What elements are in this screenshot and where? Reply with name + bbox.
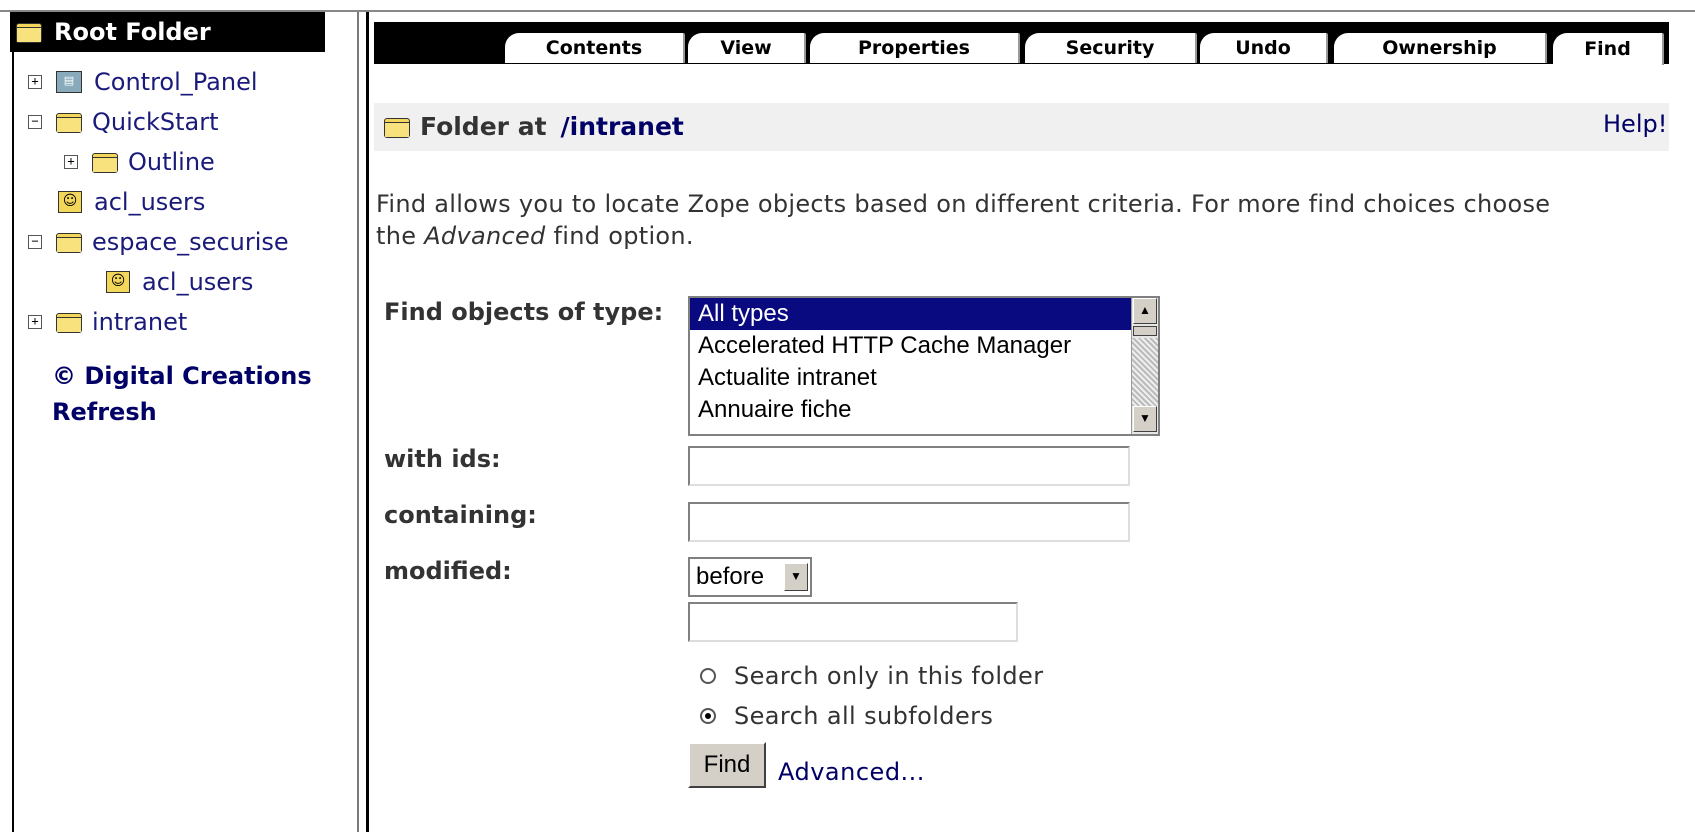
intro-text: Find allows you to locate Zope objects b…: [376, 188, 1666, 252]
digital-creations-link[interactable]: © Digital Creations: [52, 362, 312, 390]
left-frame-edge: [12, 12, 14, 832]
intro-line-2: the Advanced find option.: [376, 220, 1666, 252]
scroll-up-icon[interactable]: ▲: [1133, 298, 1157, 324]
radio-search-folder[interactable]: Search only in this folder: [700, 662, 1043, 690]
window-top-border: [0, 0, 1695, 12]
tab-find[interactable]: Find: [1553, 33, 1664, 65]
folder-icon: [92, 151, 118, 173]
refresh-link[interactable]: Refresh: [52, 398, 157, 426]
tree-item-control-panel[interactable]: + ▤ Control_Panel: [28, 64, 258, 100]
root-folder-header[interactable]: Root Folder: [10, 12, 325, 52]
tree-item-label[interactable]: espace_securise: [92, 228, 289, 256]
modified-date-input[interactable]: [688, 602, 1018, 642]
listbox-scrollbar[interactable]: ▲ ▼: [1131, 298, 1158, 434]
intro-line-2-pre: the: [376, 222, 425, 250]
scroll-thumb[interactable]: [1133, 326, 1157, 336]
tree-item-label[interactable]: QuickStart: [92, 108, 219, 136]
scroll-down-icon[interactable]: ▼: [1133, 406, 1157, 432]
tree-item-quickstart[interactable]: − QuickStart: [28, 104, 219, 140]
find-button[interactable]: Find: [688, 742, 766, 788]
frame-divider[interactable]: [357, 12, 369, 832]
tab-undo[interactable]: Undo: [1200, 33, 1328, 63]
tree-item-label[interactable]: Outline: [128, 148, 215, 176]
intro-line-2-post: find option.: [545, 222, 694, 250]
control-panel-icon: ▤: [56, 71, 82, 93]
modified-select[interactable]: before ▼: [688, 557, 812, 597]
folder-icon: [56, 231, 82, 253]
tab-contents[interactable]: Contents: [505, 33, 685, 63]
intro-line-1: Find allows you to locate Zope objects b…: [376, 190, 1551, 218]
tree-item-label[interactable]: acl_users: [94, 188, 205, 216]
tree-item-label[interactable]: intranet: [92, 308, 187, 336]
root-folder-label: Root Folder: [54, 18, 211, 46]
collapse-icon[interactable]: −: [28, 235, 42, 249]
expand-icon[interactable]: +: [28, 75, 42, 89]
tab-security[interactable]: Security: [1025, 33, 1197, 63]
type-option[interactable]: All types: [690, 298, 1158, 330]
tree-item-acl-users[interactable]: ☺ acl_users: [58, 184, 205, 220]
radio-label[interactable]: Search all subfolders: [734, 702, 993, 730]
expand-icon[interactable]: +: [64, 155, 78, 169]
containing-input[interactable]: [688, 502, 1130, 542]
folder-icon: [56, 311, 82, 333]
type-label: Find objects of type:: [384, 298, 664, 326]
folder-icon: [16, 21, 42, 43]
tree-item-intranet[interactable]: + intranet: [28, 304, 187, 340]
modified-label: modified:: [384, 557, 512, 585]
tree-item-espace-securise[interactable]: − espace_securise: [28, 224, 289, 260]
user-folder-icon: ☺: [58, 191, 82, 213]
intro-advanced-emphasis: Advanced: [424, 222, 546, 250]
radio-search-subfolders[interactable]: Search all subfolders: [700, 702, 993, 730]
tab-properties[interactable]: Properties: [810, 33, 1020, 63]
tree-item-espace-acl-users[interactable]: ☺ acl_users: [106, 264, 253, 300]
title-prefix: Folder at: [420, 112, 547, 141]
containing-label: containing:: [384, 501, 537, 529]
user-folder-icon: ☺: [106, 271, 130, 293]
type-option[interactable]: Annuaire fiche: [690, 394, 1158, 426]
radio-label[interactable]: Search only in this folder: [734, 662, 1043, 690]
type-option[interactable]: Actualite intranet: [690, 362, 1158, 394]
type-listbox[interactable]: All types Accelerated HTTP Cache Manager…: [688, 296, 1160, 436]
type-option[interactable]: Accelerated HTTP Cache Manager: [690, 330, 1158, 362]
tree-item-outline[interactable]: + Outline: [64, 144, 215, 180]
ids-input[interactable]: [688, 446, 1130, 486]
tab-ownership[interactable]: Ownership: [1334, 33, 1547, 63]
tree-item-label[interactable]: acl_users: [142, 268, 253, 296]
tab-view[interactable]: View: [688, 33, 806, 63]
scroll-track[interactable]: [1132, 338, 1158, 406]
folder-path-link[interactable]: /intranet: [561, 112, 684, 141]
tree-item-label[interactable]: Control_Panel: [94, 68, 258, 96]
folder-icon: [56, 111, 82, 133]
collapse-icon[interactable]: −: [28, 115, 42, 129]
modified-select-value: before: [696, 563, 765, 590]
advanced-link[interactable]: Advanced...: [778, 758, 925, 786]
radio-button[interactable]: [700, 708, 716, 724]
page-title: Folder at /intranet: [384, 112, 684, 141]
chevron-down-icon[interactable]: ▼: [784, 563, 808, 591]
folder-icon: [384, 116, 410, 138]
expand-icon[interactable]: +: [28, 315, 42, 329]
help-link[interactable]: Help!: [1603, 110, 1667, 138]
radio-button[interactable]: [700, 668, 716, 684]
ids-label: with ids:: [384, 445, 501, 473]
